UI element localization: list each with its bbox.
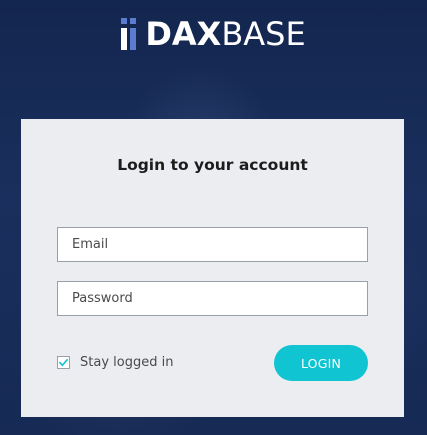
email-field[interactable] xyxy=(57,227,368,262)
logo-mark-icon xyxy=(121,18,139,50)
logo-text-dax: DAX xyxy=(145,15,222,53)
login-card: Login to your account Stay logged in LOG… xyxy=(21,119,404,417)
login-button[interactable]: LOGIN xyxy=(274,345,368,381)
login-title: Login to your account xyxy=(117,156,308,174)
brand-logo: DAX BASE xyxy=(0,14,427,54)
checkmark-icon xyxy=(59,358,68,367)
password-field[interactable] xyxy=(57,281,368,316)
stay-logged-in-label: Stay logged in xyxy=(80,355,174,370)
stay-logged-in-checkbox[interactable] xyxy=(57,356,70,369)
logo-text-base: BASE xyxy=(221,15,306,53)
stay-logged-in-toggle[interactable]: Stay logged in xyxy=(57,355,173,370)
